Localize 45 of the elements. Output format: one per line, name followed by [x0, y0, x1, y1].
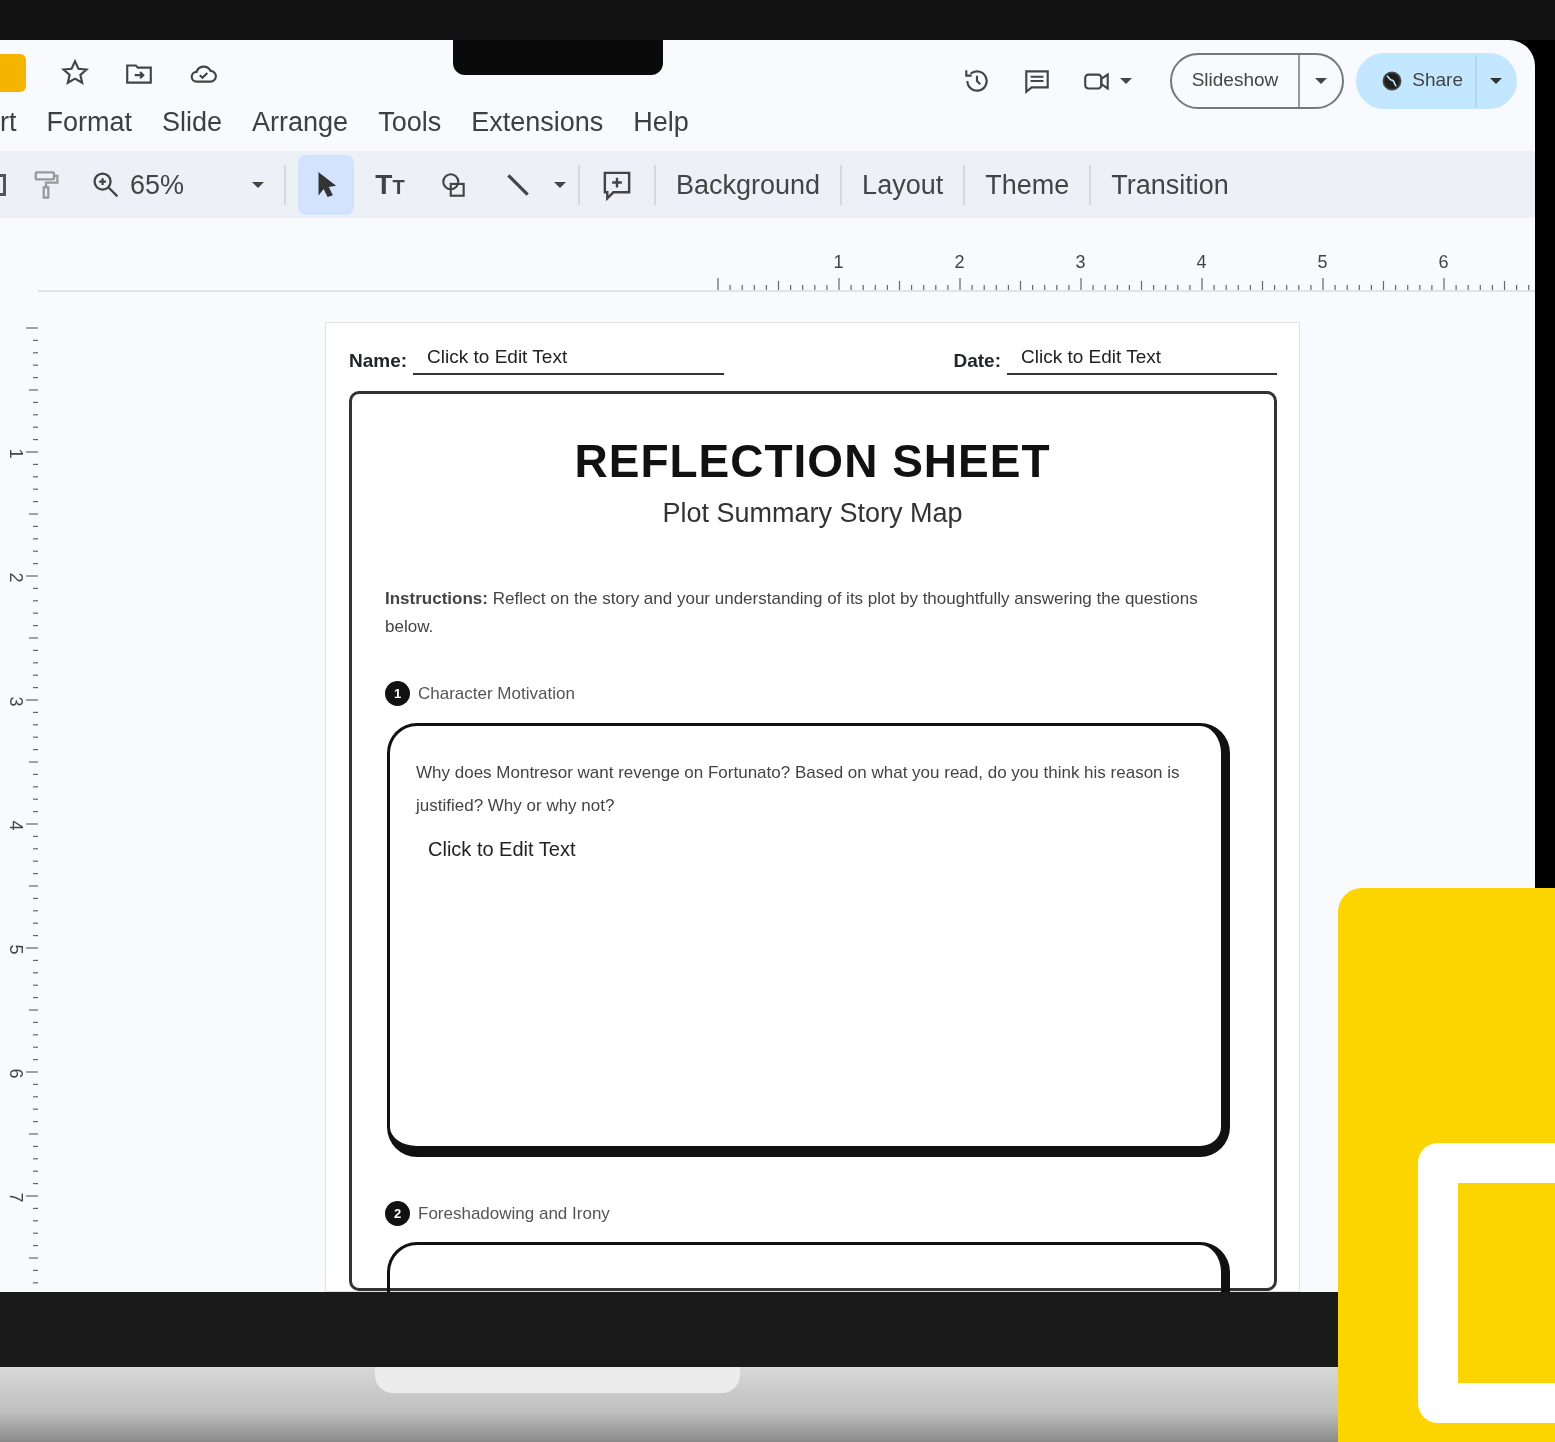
question-number: 1: [385, 681, 410, 707]
ruler-number: 6: [4, 1068, 27, 1078]
ruler-number: 5: [1316, 250, 1329, 274]
caret-icon: [1315, 78, 1328, 85]
menu-item[interactable]: Extensions: [471, 102, 604, 143]
text-tool[interactable]: Tt: [362, 154, 418, 215]
ruler-number: 6: [1437, 250, 1450, 274]
ruler-number: 2: [953, 250, 966, 274]
caret-icon[interactable]: [1119, 77, 1132, 84]
date-field[interactable]: Click to Edit Text: [1007, 342, 1277, 375]
toolbar-button[interactable]: Background: [668, 154, 829, 215]
menu-item[interactable]: Help: [633, 102, 689, 143]
section-heading: Foreshadowing and Irony: [418, 1202, 610, 1225]
ruler-number: 7: [4, 1192, 27, 1202]
menu-item[interactable]: Tools: [378, 102, 442, 143]
ruler-number: 5: [4, 944, 27, 954]
caret-icon[interactable]: [554, 181, 566, 188]
answer-field[interactable]: Click to Edit Text: [428, 833, 1181, 864]
caret-icon: [252, 181, 264, 188]
ruler-number: 4: [1195, 250, 1208, 274]
menu-item[interactable]: Slide: [162, 102, 223, 143]
ruler-number: 3: [1074, 250, 1087, 274]
toolbar-button[interactable]: Theme: [977, 154, 1078, 215]
worksheet-title: REFLECTION SHEET: [573, 436, 1052, 487]
toolbar-button[interactable]: Transition: [1103, 154, 1237, 215]
menu-item[interactable]: Format: [46, 102, 132, 143]
select-tool[interactable]: [298, 154, 354, 215]
ruler-number: 1: [832, 250, 845, 274]
toolbar-button[interactable]: Layout: [854, 154, 952, 215]
menu-item[interactable]: rt: [0, 102, 17, 143]
worksheet-subtitle: Plot Summary Story Map: [661, 496, 964, 530]
ruler-number: 4: [4, 820, 27, 830]
menu-item[interactable]: Arrange: [252, 102, 349, 143]
field-label: Date:: [953, 348, 1001, 373]
caret-icon: [1490, 78, 1502, 85]
ruler-number: 1: [4, 448, 27, 458]
ruler-number: 3: [4, 696, 27, 706]
field-label: Name:: [349, 348, 408, 373]
question-number: 2: [385, 1200, 410, 1226]
instructions-text: Instructions: Reflect on the story and your understanding of its plot by thoughtfully answering the questions below.: [385, 588, 1199, 639]
name-field[interactable]: Click to Edit Text: [413, 342, 725, 375]
question-text: Why does Montresor want revenge on Fortunato? Based on what you read, do you think his reason is justified? Why or why not?: [416, 761, 1181, 817]
ruler-number: 2: [4, 572, 27, 582]
section-heading: Character Motivation: [418, 683, 575, 706]
zoom-dropdown[interactable]: 65%: [122, 154, 272, 215]
